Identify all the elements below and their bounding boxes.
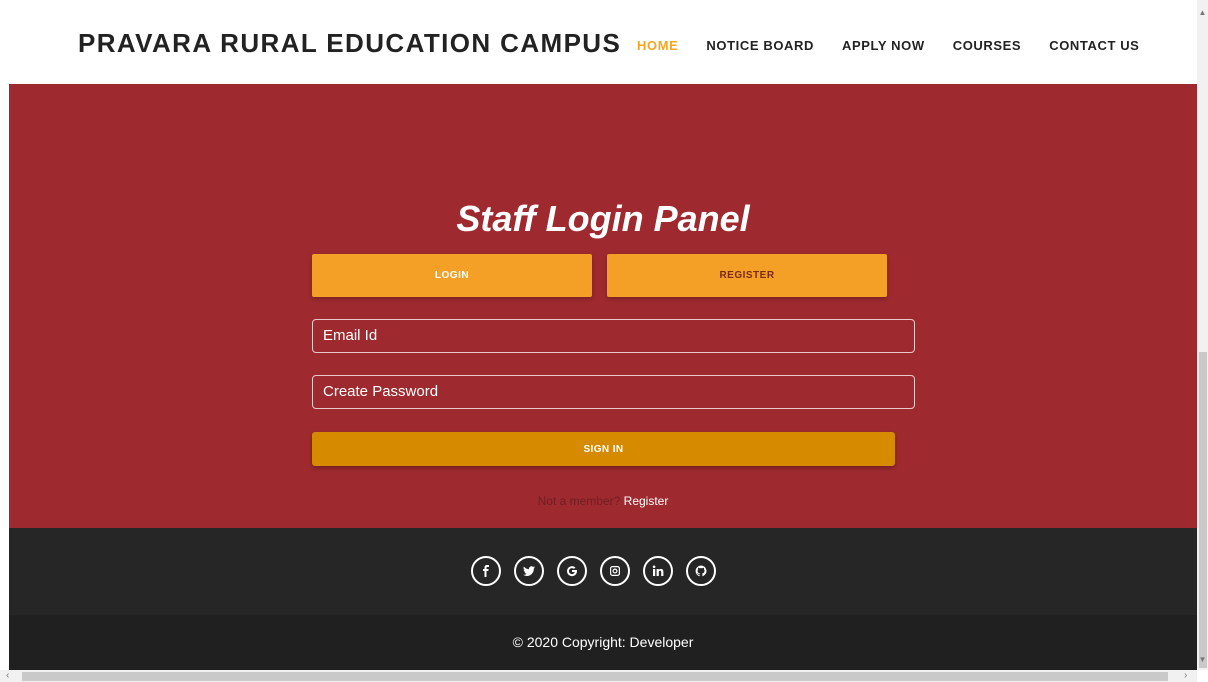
scroll-down-icon[interactable]: ▼: [1197, 655, 1208, 664]
nav-apply-now[interactable]: APPLY NOW: [842, 38, 925, 53]
email-field[interactable]: [312, 319, 915, 353]
twitter-icon[interactable]: [514, 556, 544, 586]
register-link[interactable]: Register: [624, 494, 669, 508]
linkedin-icon[interactable]: [643, 556, 673, 586]
scroll-left-icon[interactable]: ‹: [6, 670, 9, 681]
nav-notice-board[interactable]: NOTICE BOARD: [706, 38, 814, 53]
scroll-right-icon[interactable]: ›: [1184, 670, 1187, 681]
nav-contact-us[interactable]: CONTACT US: [1049, 38, 1139, 53]
nav-home[interactable]: HOME: [637, 38, 678, 53]
login-hero: Staff Login Panel LOGIN REGISTER SIGN IN…: [9, 84, 1197, 528]
nav-courses[interactable]: COURSES: [953, 38, 1022, 53]
github-icon[interactable]: [686, 556, 716, 586]
vertical-scroll-thumb[interactable]: [1199, 352, 1207, 668]
brand-title[interactable]: PRAVARA RURAL EDUCATION CAMPUS: [78, 28, 621, 59]
nav-menu: HOME NOTICE BOARD APPLY NOW COURSES CONT…: [637, 38, 1167, 53]
copyright-text: © 2020 Copyright: Developer: [512, 634, 694, 650]
facebook-icon[interactable]: [471, 556, 501, 586]
login-tab-button[interactable]: LOGIN: [312, 254, 592, 297]
password-field[interactable]: [312, 375, 915, 409]
scroll-up-icon[interactable]: ▲: [1197, 8, 1208, 17]
register-tab-button[interactable]: REGISTER: [607, 254, 887, 297]
sign-in-button[interactable]: SIGN IN: [312, 432, 895, 466]
instagram-icon[interactable]: [600, 556, 630, 586]
horizontal-scroll-thumb[interactable]: [22, 672, 1168, 681]
member-line: Not a member? Register: [9, 494, 1197, 508]
page: PRAVARA RURAL EDUCATION CAMPUS HOME NOTI…: [0, 0, 1197, 670]
social-icons: [471, 556, 729, 586]
google-icon[interactable]: [557, 556, 587, 586]
navbar: PRAVARA RURAL EDUCATION CAMPUS HOME NOTI…: [0, 0, 1197, 84]
panel-title: Staff Login Panel: [456, 198, 750, 239]
social-footer: [9, 528, 1197, 615]
copyright-bar: © 2020 Copyright: Developer: [9, 615, 1197, 670]
member-question: Not a member?: [537, 494, 621, 508]
